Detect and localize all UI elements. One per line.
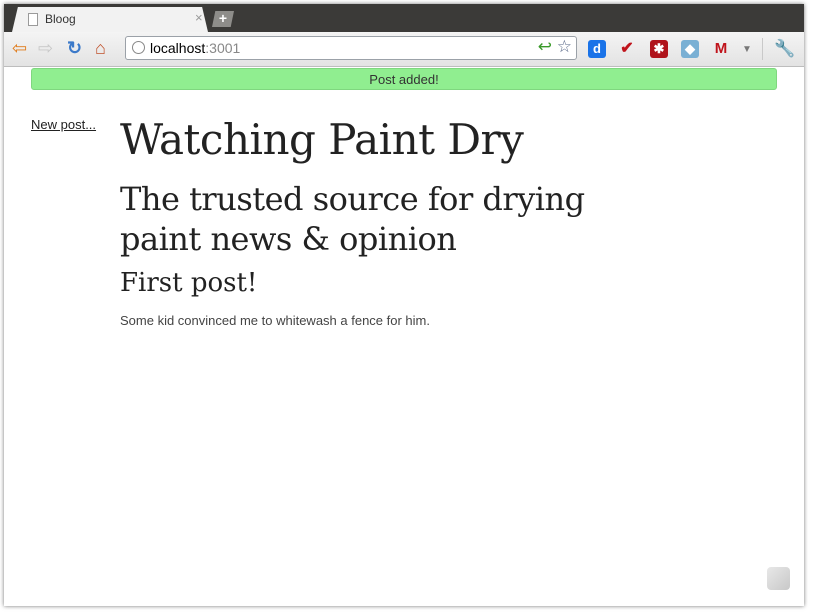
new-tab-button[interactable]: + <box>212 11 234 27</box>
blog-subtitle: The trusted source for drying paint news… <box>120 180 585 258</box>
url-host: localhost <box>150 40 206 56</box>
forward-arrow-icon[interactable]: ⇨ <box>38 39 53 57</box>
resize-handle-icon[interactable] <box>767 567 790 590</box>
back-arrow-icon[interactable]: ⇦ <box>12 39 27 57</box>
browser-window: Bloog × + ⇦ ⇨ ↻ ⌂ localhost:3001 ↩ ☆ d ✔… <box>4 4 804 606</box>
page-content: Post added! New post... Watching Paint D… <box>4 67 804 606</box>
flash-notice: Post added! <box>31 68 777 90</box>
lastpass-extension-icon[interactable]: ✱ <box>650 40 668 58</box>
home-icon[interactable]: ⌂ <box>95 39 106 57</box>
browser-toolbar: ⇦ ⇨ ↻ ⌂ localhost:3001 ↩ ☆ d ✔ ✱ ◆ M ▼ 🔧 <box>4 32 804 67</box>
page-icon <box>28 13 38 26</box>
url-text: localhost:3001 <box>150 40 240 56</box>
checkmark-extension-icon[interactable]: ✔ <box>618 40 636 58</box>
reload-icon[interactable]: ↻ <box>67 39 82 57</box>
delicious-extension-icon[interactable]: d <box>588 40 606 58</box>
post-title: First post! <box>120 268 258 298</box>
bird-extension-icon[interactable]: ◆ <box>681 40 699 58</box>
gmail-extension-icon[interactable]: M <box>712 40 730 58</box>
bookmark-star-icon[interactable]: ☆ <box>557 37 572 57</box>
wrench-icon[interactable]: 🔧 <box>774 39 795 59</box>
tab-bloog[interactable]: Bloog × <box>12 7 208 32</box>
toolbar-divider <box>762 38 763 60</box>
globe-icon <box>132 41 145 54</box>
address-bar[interactable]: localhost:3001 ↩ ☆ <box>125 36 577 60</box>
new-post-link[interactable]: New post... <box>31 117 96 132</box>
close-tab-icon[interactable]: × <box>195 10 203 25</box>
tab-strip: Bloog × + <box>4 4 804 32</box>
url-port: :3001 <box>205 40 241 56</box>
blog-title: Watching Paint Dry <box>120 115 524 164</box>
chevron-down-icon[interactable]: ▼ <box>742 44 752 55</box>
post-body: Some kid convinced me to whitewash a fen… <box>120 313 430 328</box>
go-arrow-icon[interactable]: ↩ <box>538 37 552 57</box>
tab-title: Bloog <box>45 12 76 26</box>
